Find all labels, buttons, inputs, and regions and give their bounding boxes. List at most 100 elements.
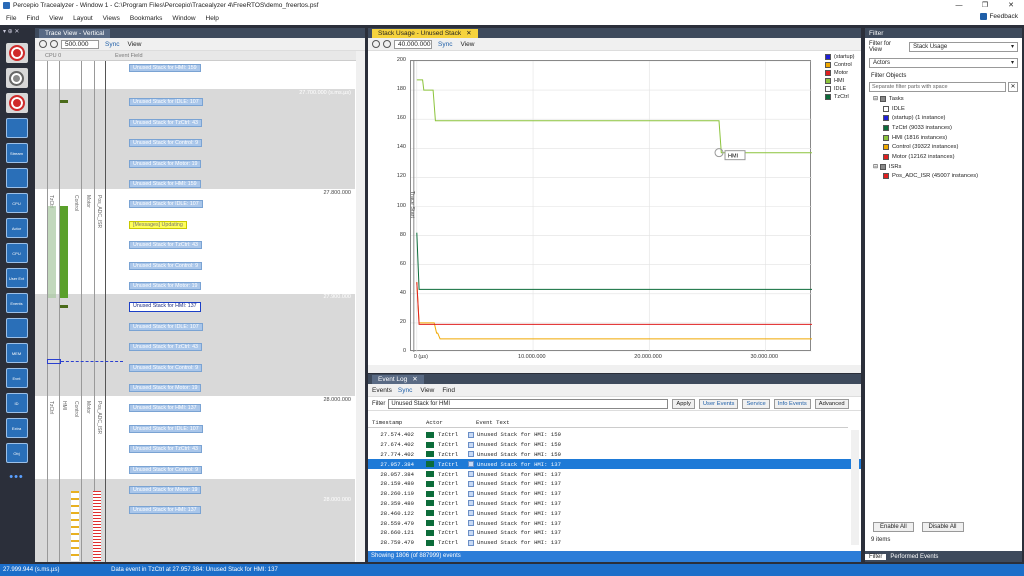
menu-views[interactable]: Views bbox=[103, 15, 120, 22]
stack-zoom-select[interactable]: 40.000.000 bbox=[394, 39, 432, 49]
hmi-execution-bar[interactable] bbox=[60, 206, 68, 298]
disable-all-button[interactable]: Disable All bbox=[921, 522, 964, 532]
trace-icon[interactable] bbox=[5, 168, 28, 188]
actor-icon[interactable]: Actor bbox=[5, 218, 28, 238]
table-row[interactable]: 27.957.384 TzCtrl Unused Stack for HMI: 13… bbox=[368, 459, 861, 470]
actors-select[interactable]: Actors bbox=[869, 58, 1018, 68]
table-row[interactable]: 28.660.121 TzCtrl Unused Stack for HMI: 13… bbox=[368, 528, 861, 538]
zoom-out-icon[interactable] bbox=[383, 40, 391, 48]
toolbar-pin[interactable]: ▾ ⊕ ✕ bbox=[0, 28, 33, 38]
id-icon[interactable]: ID bbox=[5, 393, 28, 413]
more-icon[interactable]: ••• bbox=[0, 471, 33, 483]
chart-hscrollbar[interactable] bbox=[368, 365, 861, 373]
series-line-tzctrl[interactable] bbox=[416, 232, 812, 290]
trace-event-label[interactable]: Unused Stack for TzCtrl: 43 bbox=[129, 343, 202, 352]
user-events-button[interactable]: User Events bbox=[698, 398, 739, 409]
snapshot-icon[interactable] bbox=[5, 93, 28, 113]
event-scrollbar[interactable] bbox=[851, 430, 859, 545]
close-icon[interactable]: ✕ bbox=[466, 30, 471, 37]
stack-view-menu[interactable]: View bbox=[460, 41, 474, 48]
filter-tree-item[interactable]: Pos_ADC_ISR (45007 instances) bbox=[873, 172, 1022, 182]
trace-event-label[interactable]: Unused Stack for HMI: 137 bbox=[129, 302, 201, 313]
service-button[interactable]: Service bbox=[742, 398, 770, 409]
zoom-out-icon[interactable] bbox=[50, 40, 58, 48]
filter-tree-item[interactable]: Motor (12162 instances) bbox=[873, 152, 1022, 162]
events-menu[interactable]: Events bbox=[372, 387, 392, 394]
filter-search-input[interactable]: Separate filter parts with space bbox=[869, 82, 1006, 92]
trace-body[interactable]: CPU 0 Event Field 27.700.000 (s.ms.µs) 2… bbox=[35, 51, 365, 562]
trace-event-label[interactable]: Unused Stack for IDLE: 107 bbox=[129, 200, 203, 209]
trace-event-label[interactable]: Unused Stack for TzCtrl: 43 bbox=[129, 241, 202, 250]
menu-layout[interactable]: Layout bbox=[73, 15, 93, 22]
trace-event-label[interactable]: Unused Stack for Control: 9 bbox=[129, 261, 203, 270]
trace-event-label[interactable]: Unused Stack for Control: 9 bbox=[129, 139, 203, 148]
trace-event-label[interactable]: Unused Stack for Motor: 19 bbox=[129, 384, 202, 392]
event-sync-button[interactable]: Sync bbox=[398, 387, 412, 394]
filter-tree-item[interactable]: HMI (1816 instances) bbox=[873, 133, 1022, 143]
cpu-load-icon[interactable]: CPU bbox=[5, 193, 28, 213]
trace-event-label[interactable]: Unused Stack for Motor: 19 bbox=[129, 159, 202, 168]
table-row[interactable]: 28.057.384 TzCtrl Unused Stack for HMI: 13… bbox=[368, 469, 861, 479]
trace-scrollbar[interactable] bbox=[356, 51, 365, 562]
table-row[interactable]: 27.574.402 TzCtrl Unused Stack for HMI: 15… bbox=[368, 430, 861, 440]
trace-event-label[interactable]: Unused Stack for TzCtrl: 43 bbox=[129, 445, 202, 454]
checkbox-icon[interactable] bbox=[883, 124, 889, 131]
memory-icon[interactable]: MEM bbox=[5, 343, 28, 363]
menu-help[interactable]: Help bbox=[206, 15, 219, 22]
objects-icon[interactable]: Obj bbox=[5, 443, 28, 463]
maximize-button[interactable]: ❐ bbox=[972, 0, 998, 11]
cpu-icon[interactable]: CPU bbox=[5, 243, 28, 263]
zoom-in-icon[interactable] bbox=[372, 40, 380, 48]
close-button[interactable]: ✕ bbox=[998, 0, 1024, 11]
trace-event-label[interactable]: Unused Stack for Motor: 19 bbox=[129, 486, 202, 494]
trace-event-label[interactable]: Unused Stack for HMI: 159 bbox=[129, 180, 201, 188]
clear-icon[interactable]: ✕ bbox=[1008, 82, 1018, 92]
stack-chart-plot[interactable]: Trace Start HMI bbox=[409, 60, 812, 353]
trace-event-label[interactable]: [Messages] Updating bbox=[129, 220, 187, 229]
filter-tree-item[interactable]: Control (39322 instances) bbox=[873, 142, 1022, 152]
event-view-menu[interactable]: View bbox=[420, 387, 434, 394]
filter-tree-item[interactable]: (startup) (1 instance) bbox=[873, 113, 1022, 123]
trace-sync-button[interactable]: Sync bbox=[105, 41, 119, 48]
checkbox-icon[interactable] bbox=[879, 163, 886, 170]
zoom-in-icon[interactable] bbox=[39, 40, 47, 48]
extra-icon[interactable]: Evnt bbox=[5, 368, 28, 388]
trace-event-label[interactable]: Unused Stack for Motor: 19 bbox=[129, 282, 202, 290]
tab-stack-usage[interactable]: Stack Usage - Unused Stack ✕ bbox=[372, 29, 478, 38]
tab-event-log[interactable]: Event Log ✕ bbox=[372, 375, 424, 384]
checkbox-icon[interactable] bbox=[883, 134, 889, 141]
intervals-icon[interactable] bbox=[5, 318, 28, 338]
menu-bookmarks[interactable]: Bookmarks bbox=[130, 15, 163, 22]
trace-event-label[interactable]: Unused Stack for IDLE: 107 bbox=[129, 424, 203, 433]
trace-event-label[interactable]: Unused Stack for HMI: 137 bbox=[129, 506, 201, 515]
trace-event-label[interactable]: Unused Stack for HMI: 137 bbox=[129, 404, 201, 413]
table-row[interactable]: 28.759.479 TzCtrl Unused Stack for HMI: 13… bbox=[368, 538, 861, 548]
col-timestamp[interactable]: Timestamp bbox=[368, 419, 426, 426]
filter-tree-item[interactable]: IDLE bbox=[873, 104, 1022, 114]
stream-icon[interactable]: Stream bbox=[5, 143, 28, 163]
trace-event-label[interactable]: Unused Stack for IDLE: 107 bbox=[129, 98, 203, 107]
tab-trace-view[interactable]: Trace View - Vertical bbox=[39, 29, 111, 38]
user-events-icon[interactable]: User Evt bbox=[5, 268, 28, 288]
trace-event-label[interactable]: Unused Stack for Control: 9 bbox=[129, 363, 203, 372]
record-icon[interactable] bbox=[5, 43, 28, 63]
trace-event-label[interactable]: Unused Stack for Control: 9 bbox=[129, 465, 203, 474]
filter-tree-item[interactable]: ⊟ Tasks bbox=[873, 94, 1022, 104]
menu-find[interactable]: Find bbox=[26, 15, 39, 22]
col-event-text[interactable]: Event Text bbox=[476, 419, 510, 426]
series-line-hmi[interactable] bbox=[416, 79, 812, 154]
trace-view-menu[interactable]: View bbox=[127, 41, 141, 48]
events-icon[interactable]: Events bbox=[5, 293, 28, 313]
table-row[interactable]: 28.559.479 TzCtrl Unused Stack for HMI: 13… bbox=[368, 518, 861, 528]
checkbox-icon[interactable] bbox=[879, 95, 886, 102]
table-row[interactable]: 27.774.402 TzCtrl Unused Stack for HMI: 15… bbox=[368, 450, 861, 460]
stop-icon[interactable] bbox=[5, 68, 28, 88]
dashboard-icon[interactable] bbox=[5, 118, 28, 138]
series-line-motor[interactable] bbox=[416, 282, 812, 325]
table-row[interactable]: 28.460.122 TzCtrl Unused Stack for HMI: 13… bbox=[368, 508, 861, 518]
checkbox-icon[interactable] bbox=[883, 115, 889, 122]
trace-event-label[interactable]: Unused Stack for IDLE: 107 bbox=[129, 322, 203, 331]
menu-view[interactable]: View bbox=[49, 15, 63, 22]
feedback-button[interactable]: Feedback bbox=[980, 13, 1018, 20]
tab-filter[interactable]: Filter bbox=[865, 553, 887, 560]
